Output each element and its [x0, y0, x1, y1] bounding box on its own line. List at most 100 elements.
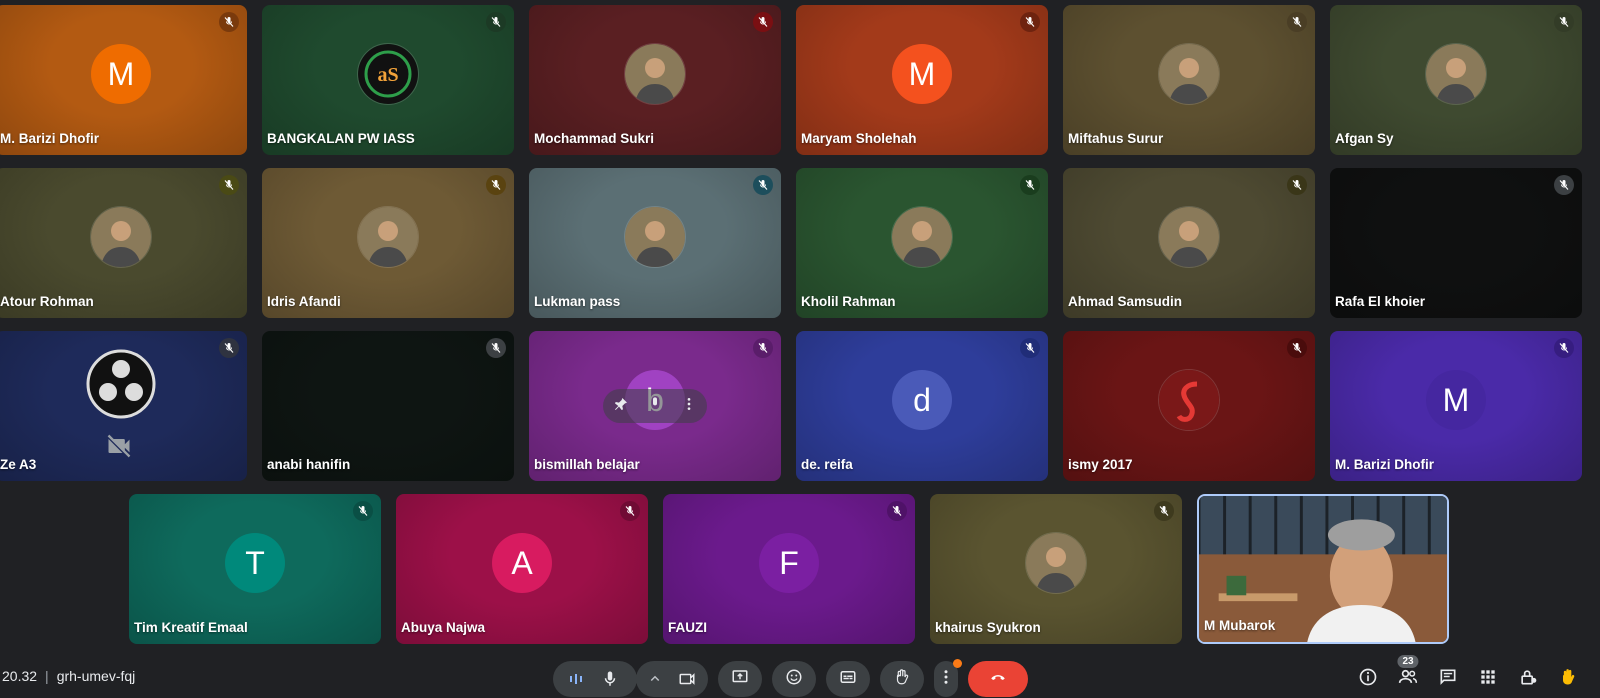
meeting-time: 20.32 [2, 668, 38, 684]
participant-name: M. Barizi Dhofir [1335, 457, 1435, 472]
mute-participant-icon[interactable] [647, 396, 663, 417]
leave-call-button[interactable] [968, 661, 1028, 697]
chat-button[interactable] [1430, 661, 1466, 697]
video-control-group [636, 661, 708, 697]
participant-tile[interactable]: Kholil Rahman [796, 168, 1048, 318]
apps-grid-icon [1478, 667, 1498, 692]
meeting-details-button[interactable] [1350, 661, 1386, 697]
mic-off-icon [1020, 175, 1040, 195]
participant-name: BANGKALAN PW IASS [267, 131, 415, 146]
participant-tile[interactable]: F FAUZI [663, 494, 915, 644]
participant-name: Kholil Rahman [801, 294, 896, 309]
participant-name: Rafa El khoier [1335, 294, 1426, 309]
raised-hand-icon [1558, 667, 1578, 692]
activities-button[interactable] [1470, 661, 1506, 697]
participant-tile[interactable]: Afgan Sy [1330, 5, 1582, 155]
participant-avatar: F [759, 533, 819, 593]
self-video-tile[interactable]: M Mubarok [1197, 494, 1449, 644]
participant-tile[interactable]: Ahmad Samsudin [1063, 168, 1315, 318]
participant-tile[interactable]: A Abuya Najwa [396, 494, 648, 644]
more-vert-icon [937, 668, 955, 691]
hang-up-icon [989, 668, 1007, 691]
participant-avatar: M [91, 44, 151, 104]
participant-name: Abuya Najwa [401, 620, 486, 635]
captions-button[interactable] [826, 661, 870, 697]
person-photo-icon [1158, 43, 1220, 105]
mic-off-icon [1020, 338, 1040, 358]
raised-hand-indicator[interactable] [1550, 661, 1586, 697]
participant-tile[interactable]: Idris Afandi [262, 168, 514, 318]
mic-off-icon [1020, 12, 1040, 32]
camera-off-icon [105, 432, 133, 460]
obs-logo-icon [86, 349, 156, 419]
participant-tile[interactable]: Lukman pass [529, 168, 781, 318]
participant-tile[interactable]: Atour Rohman [0, 168, 247, 318]
participant-grid: M M. Barizi Dhofir aS BANGKALAN PW IASS Moch… [0, 0, 1600, 660]
participant-tile[interactable]: Mochammad Sukri [529, 5, 781, 155]
participant-tile[interactable]: M M. Barizi Dhofir [1330, 331, 1582, 481]
participant-name: Miftahus Surur [1068, 131, 1164, 146]
more-options-button[interactable] [934, 659, 962, 697]
chevron-up-icon[interactable] [646, 670, 664, 693]
host-controls-button[interactable] [1510, 661, 1546, 697]
participant-tile[interactable]: aS BANGKALAN PW IASS [262, 5, 514, 155]
participant-name: Mochammad Sukri [534, 131, 655, 146]
participant-name: ismy 2017 [1068, 457, 1133, 472]
microphone-icon[interactable] [601, 670, 619, 693]
mic-off-icon [1154, 501, 1174, 521]
participant-name: Afgan Sy [1335, 131, 1394, 146]
participant-tile[interactable]: M Maryam Sholehah [796, 5, 1048, 155]
participant-name: khairus Syukron [935, 620, 1041, 635]
raise-hand-button[interactable] [880, 661, 924, 697]
meeting-info-separator: | [45, 668, 49, 684]
mic-off-icon [1287, 175, 1307, 195]
participant-tile[interactable]: M M. Barizi Dhofir [0, 5, 247, 155]
info-icon [1358, 667, 1378, 692]
people-icon [1398, 667, 1418, 692]
person-photo-icon [1425, 43, 1487, 105]
present-screen-button[interactable] [718, 661, 762, 697]
mic-off-icon [1287, 12, 1307, 32]
participant-tile[interactable]: d de. reifa [796, 331, 1048, 481]
participant-name: FAUZI [668, 620, 707, 635]
present-screen-icon [731, 668, 749, 691]
mic-off-icon [353, 501, 373, 521]
iass-logo-icon: aS [357, 43, 419, 105]
people-button[interactable]: 23 [1390, 655, 1426, 697]
pin-icon[interactable] [613, 396, 629, 417]
mic-off-icon [1554, 175, 1574, 195]
tile-more-icon[interactable] [681, 396, 697, 417]
mic-off-icon [486, 175, 506, 195]
mic-off-icon [1554, 338, 1574, 358]
participant-tile[interactable]: Rafa El khoier [1330, 168, 1582, 318]
participant-name: anabi hanifin [267, 457, 351, 472]
participant-tile[interactable]: T Tim Kreatif Emaal [129, 494, 381, 644]
audio-control-group [553, 661, 637, 697]
mic-off-icon [620, 501, 640, 521]
mic-off-icon [753, 338, 773, 358]
participant-tile[interactable]: b bismillah belajar [529, 331, 781, 481]
participant-tile[interactable]: anabi hanifin [262, 331, 514, 481]
emoji-icon [785, 668, 803, 691]
camera-icon[interactable] [678, 670, 696, 693]
participant-tile[interactable]: ismy 2017 [1063, 331, 1315, 481]
participant-tile[interactable]: khairus Syukron [930, 494, 1182, 644]
person-photo-icon [357, 206, 419, 268]
person-photo-icon [90, 206, 152, 268]
mic-off-icon [486, 12, 506, 32]
participant-tile[interactable]: Ze A3 [0, 331, 247, 481]
mic-off-icon [753, 12, 773, 32]
participant-avatar: M [1426, 370, 1486, 430]
meeting-info: 20.32 | grh-umev-fqj [2, 668, 135, 684]
participant-name: M Mubarok [1204, 618, 1276, 633]
chat-icon [1438, 667, 1458, 692]
participant-name: Tim Kreatif Emaal [134, 620, 248, 635]
participant-tile[interactable]: Miftahus Surur [1063, 5, 1315, 155]
participant-name: Ahmad Samsudin [1068, 294, 1183, 309]
emoji-reaction-button[interactable] [772, 661, 816, 697]
tile-hover-menu [603, 389, 707, 423]
mic-off-icon [753, 175, 773, 195]
person-photo-icon [891, 206, 953, 268]
notification-dot [953, 659, 962, 668]
participant-name: Maryam Sholehah [801, 131, 917, 146]
